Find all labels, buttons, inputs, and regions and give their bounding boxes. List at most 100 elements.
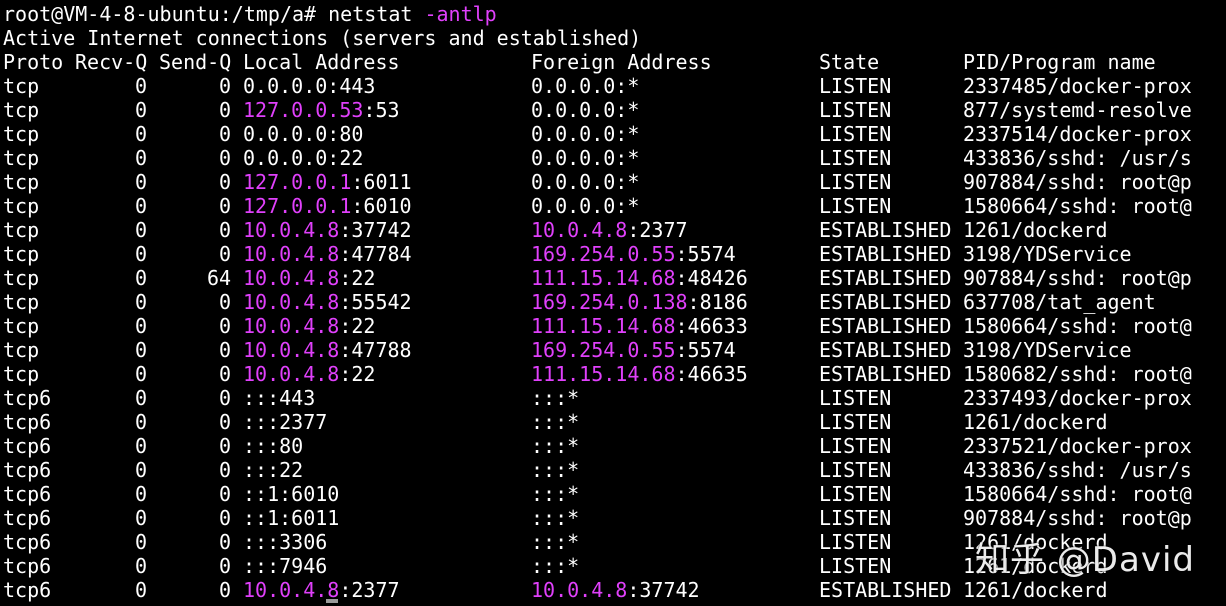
row-recv-q: 0 [135,242,148,266]
row-proto: tcp [3,98,40,122]
row-foreign-address: :::* [531,434,579,458]
local-ip: 10.0.4.8 [243,578,340,602]
header-recv-q: Recv-Q [75,50,148,74]
foreign-port: :* [615,74,640,98]
row-foreign-address: 0.0.0.0:* [531,74,639,98]
foreign-port: :* [615,194,640,218]
row-send-q: 0 [219,386,232,410]
row-proto: tcp [3,314,40,338]
row-pid-program: 1261/dockerd [963,410,1108,434]
foreign-ip: 0.0.0.0 [531,194,616,218]
row-send-q: 0 [219,482,232,506]
row-recv-q: 0 [135,578,148,602]
local-port: :::443 [243,386,316,410]
row-proto: tcp [3,290,40,314]
row-pid-program: 3198/YDService [963,338,1132,362]
foreign-ip: 0.0.0.0 [531,98,616,122]
header-proto: Proto [3,50,64,74]
row-proto: tcp [3,266,40,290]
row-proto: tcp [3,338,40,362]
table-row: tcp 0 0 10.0.4.8:47788 169.254.0.55:5574 ESTA… [3,338,1226,362]
row-recv-q: 0 [135,194,148,218]
row-send-q: 0 [219,506,232,530]
row-foreign-address: :::* [531,506,579,530]
local-ip: 0.0.0.0 [243,74,328,98]
local-port: :::7946 [243,554,328,578]
row-foreign-address: 10.0.4.8:2377 [531,218,688,242]
table-row: tcp 0 0 10.0.4.8:55542 169.254.0.138:8186 EST… [3,290,1226,314]
row-local-address: 10.0.4.8:47784 [243,242,412,266]
local-port: :22 [339,362,376,386]
local-port: :6011 [351,170,412,194]
local-ip: 10.0.4.8 [243,362,340,386]
table-row: tcp 0 0 0.0.0.0:443 0.0.0.0:* LISTEN 2337485/d… [3,74,1226,98]
local-ip: 10.0.4.8 [243,242,340,266]
row-foreign-address: 169.254.0.55:5574 [531,338,736,362]
table-row: tcp6 0 0:::80:::* LISTEN 2337521/docker-prox [3,434,1226,458]
row-foreign-address: :::* [531,458,579,482]
row-send-q: 0 [219,98,232,122]
row-recv-q: 0 [135,170,148,194]
local-ip: 10.0.4.8 [243,266,340,290]
foreign-ip: 169.254.0.55 [531,338,676,362]
row-send-q: 0 [219,554,232,578]
row-state: LISTEN [819,554,892,578]
terminal-window[interactable]: root@VM-4-8-ubuntu:/tmp/a# netstat -antl… [0,0,1226,606]
foreign-port: :::* [531,386,580,410]
row-recv-q: 0 [135,146,148,170]
foreign-port: :37742 [627,578,700,602]
local-port: :80 [327,122,364,146]
row-local-address: 0.0.0.0:80 [243,122,363,146]
row-proto: tcp6 [3,530,52,554]
row-recv-q: 0 [135,266,148,290]
row-local-address: :::3306 [243,530,327,554]
local-port: ::1:6011 [243,506,340,530]
local-ip: 127.0.0.53 [243,98,364,122]
local-port: :22 [327,146,364,170]
row-foreign-address: 111.15.14.68:46633 [531,314,748,338]
local-ip: 0.0.0.0 [243,122,328,146]
local-port: :47788 [339,338,412,362]
connection-list: tcp 0 0 0.0.0.0:443 0.0.0.0:* LISTEN 2337485/d… [3,74,1226,602]
row-recv-q: 0 [135,530,148,554]
row-state: ESTABLISHED [819,314,952,338]
row-send-q: 0 [219,194,232,218]
row-pid-program: 907884/sshd: root@p [963,170,1192,194]
row-pid-program: 2337514/docker-prox [963,122,1192,146]
foreign-port: :* [615,146,640,170]
row-state: LISTEN [819,482,892,506]
row-pid-program: 1261/dockerd [963,578,1108,602]
row-foreign-address: :::* [531,554,579,578]
local-ip: 10.0.4.8 [243,338,340,362]
foreign-port: :::* [531,506,580,530]
foreign-ip: 0.0.0.0 [531,122,616,146]
local-port: :47784 [339,242,412,266]
row-pid-program: 2337485/docker-prox [963,74,1192,98]
local-ip: 10.0.4.8 [243,314,340,338]
foreign-port: :* [615,122,640,146]
foreign-ip: 169.254.0.138 [531,290,688,314]
row-proto: tcp [3,170,40,194]
row-local-address: 0.0.0.0:443 [243,74,375,98]
row-send-q: 0 [219,170,232,194]
row-state: LISTEN [819,194,892,218]
row-recv-q: 0 [135,218,148,242]
row-foreign-address: 0.0.0.0:* [531,170,639,194]
row-recv-q: 0 [135,98,148,122]
row-send-q: 0 [219,410,232,434]
row-recv-q: 0 [135,74,148,98]
row-local-address: 10.0.4.8:2377 [243,578,400,602]
row-state: ESTABLISHED [819,290,952,314]
local-port: :::3306 [243,530,328,554]
table-row: tcp6 0 0:::22:::* LISTEN 433836/sshd: /usr/s [3,458,1226,482]
row-pid-program: 1580682/sshd: root@ [963,362,1192,386]
row-send-q: 0 [219,362,232,386]
row-foreign-address: 0.0.0.0:* [531,98,639,122]
foreign-ip: 0.0.0.0 [531,74,616,98]
row-pid-program: 3198/YDService [963,242,1132,266]
local-port: :55542 [339,290,412,314]
prompt-user-host: root@VM-4-8-ubuntu:/tmp/a# [3,2,317,26]
row-state: ESTABLISHED [819,362,952,386]
row-send-q: 64 [207,266,232,290]
row-proto: tcp6 [3,458,52,482]
